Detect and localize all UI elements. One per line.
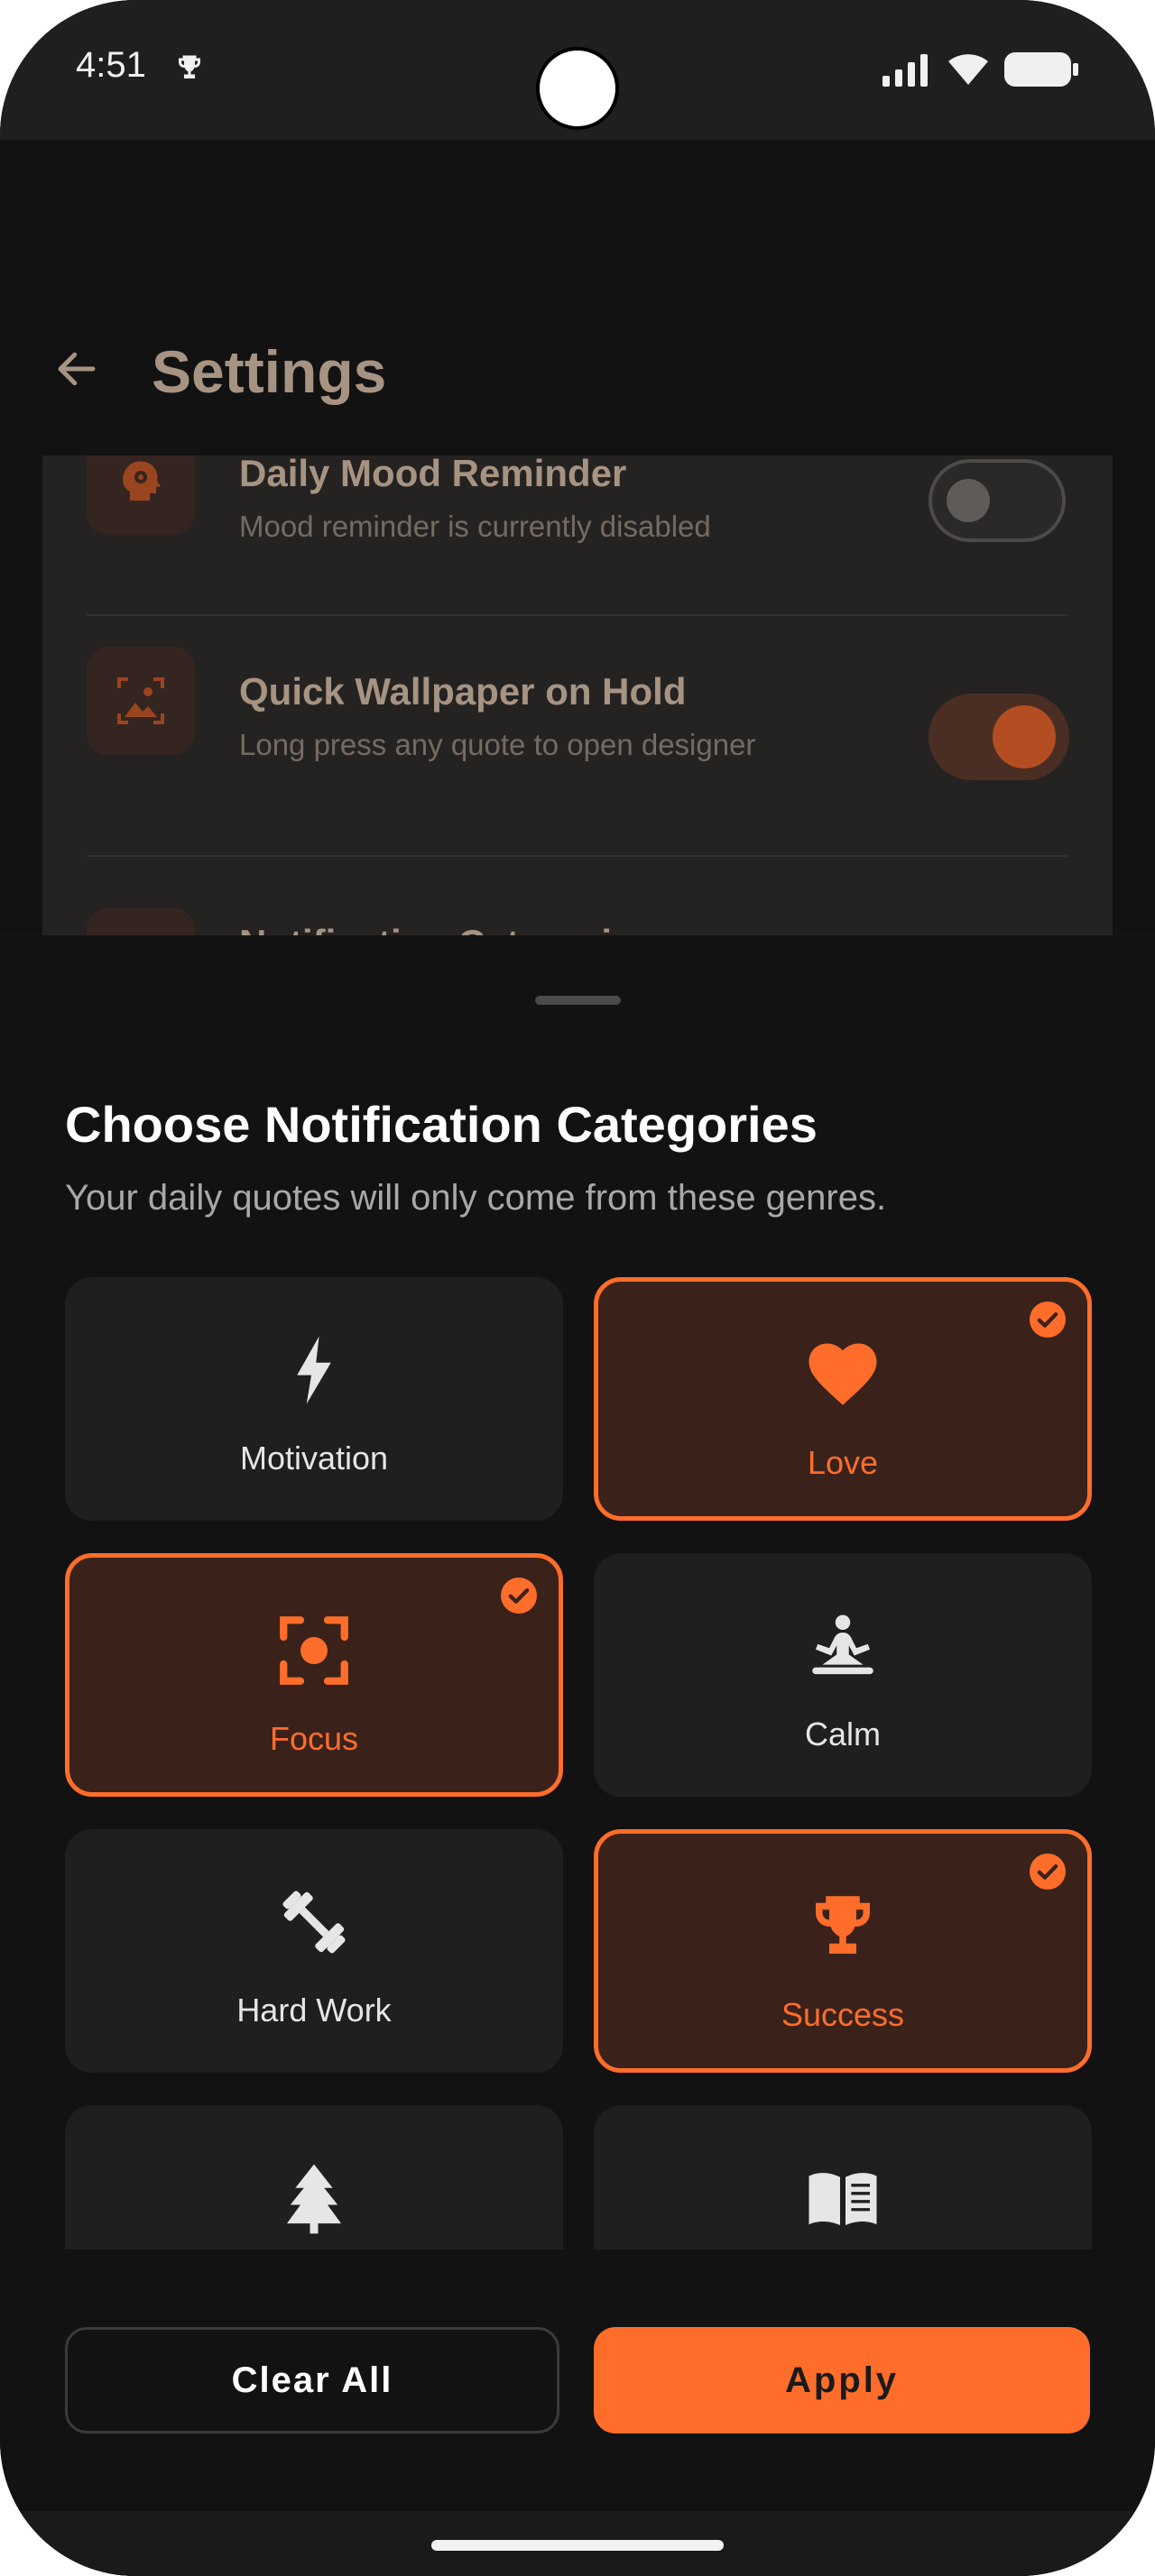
sheet-subtitle: Your daily quotes will only come from th… bbox=[65, 1178, 887, 1218]
signal-icon bbox=[882, 54, 933, 91]
quick-wallpaper-toggle[interactable] bbox=[929, 694, 1069, 780]
category-label: Calm bbox=[804, 1716, 881, 1753]
tree-icon bbox=[273, 2157, 355, 2239]
dumbbell-icon bbox=[273, 1881, 355, 1963]
meditation-icon bbox=[802, 1605, 883, 1687]
category-label: Success bbox=[781, 1996, 905, 2033]
sheet-title: Choose Notification Categories bbox=[65, 1096, 818, 1153]
toggle-knob bbox=[947, 479, 990, 522]
status-time: 4:51 bbox=[76, 45, 146, 85]
setting-subtitle: Mood reminder is currently disabled bbox=[239, 510, 711, 543]
setting-title: Quick Wallpaper on Hold bbox=[239, 670, 687, 713]
phone-screen: 4:51 Settings Daily Mood Reminder Mood r… bbox=[0, 0, 1155, 2576]
category-label: Motivation bbox=[239, 1440, 389, 1477]
category-icon bbox=[87, 908, 195, 935]
home-indicator[interactable] bbox=[431, 2540, 724, 2551]
setting-title: Daily Mood Reminder bbox=[239, 455, 627, 494]
category-tile-success[interactable]: Success bbox=[594, 1829, 1092, 2073]
category-tile-focus[interactable]: Focus bbox=[65, 1553, 563, 1797]
trophy-icon bbox=[173, 51, 206, 89]
focus-icon bbox=[273, 1610, 355, 1691]
book-icon bbox=[802, 2157, 883, 2239]
category-tile-love[interactable]: Love bbox=[594, 1277, 1092, 1521]
category-grid: Motivation Love Focus Calm Hard Work Suc… bbox=[0, 1272, 1155, 2249]
setting-row-quick-wallpaper[interactable]: Quick Wallpaper on Hold Long press any q… bbox=[42, 616, 1113, 833]
setting-title: Notification Categories bbox=[239, 922, 654, 935]
setting-subtitle: Long press any quote to open designer bbox=[239, 728, 756, 761]
battery-icon bbox=[1004, 52, 1080, 91]
setting-row-notification-categories[interactable]: Notification Categories bbox=[42, 857, 1113, 935]
back-arrow-icon[interactable] bbox=[52, 345, 101, 398]
apply-button[interactable]: Apply bbox=[594, 2327, 1090, 2433]
category-tile-hard-work[interactable]: Hard Work bbox=[65, 1829, 563, 2073]
sheet-drag-handle[interactable] bbox=[535, 996, 621, 1005]
wifi-icon bbox=[946, 51, 991, 91]
toggle-knob bbox=[993, 705, 1056, 768]
category-label: Love bbox=[807, 1444, 879, 1481]
category-label: Focus bbox=[269, 1720, 359, 1757]
heart-icon bbox=[802, 1334, 883, 1415]
daily-mood-toggle[interactable] bbox=[929, 459, 1066, 542]
category-tile-motivation[interactable]: Motivation bbox=[65, 1277, 563, 1521]
category-tile-calm[interactable]: Calm bbox=[594, 1553, 1092, 1797]
trophy-icon bbox=[802, 1886, 883, 1967]
check-circle-icon bbox=[501, 1578, 537, 1614]
image-frame-icon bbox=[87, 647, 195, 755]
category-label: Hard Work bbox=[236, 1992, 392, 2029]
status-bar: 4:51 bbox=[0, 0, 1155, 140]
page-title: Settings bbox=[152, 338, 387, 405]
category-tile-wisdom[interactable] bbox=[594, 2105, 1092, 2249]
settings-card: Daily Mood Reminder Mood reminder is cur… bbox=[42, 455, 1113, 935]
category-tile-nature[interactable] bbox=[65, 2105, 563, 2249]
bolt-icon bbox=[273, 1329, 355, 1411]
clear-all-button[interactable]: Clear All bbox=[65, 2327, 559, 2433]
head-gear-icon bbox=[87, 455, 195, 535]
check-circle-icon bbox=[1030, 1854, 1066, 1890]
check-circle-icon bbox=[1030, 1302, 1066, 1338]
setting-row-daily-mood[interactable]: Daily Mood Reminder Mood reminder is cur… bbox=[42, 455, 1113, 589]
camera-cutout bbox=[536, 47, 619, 130]
